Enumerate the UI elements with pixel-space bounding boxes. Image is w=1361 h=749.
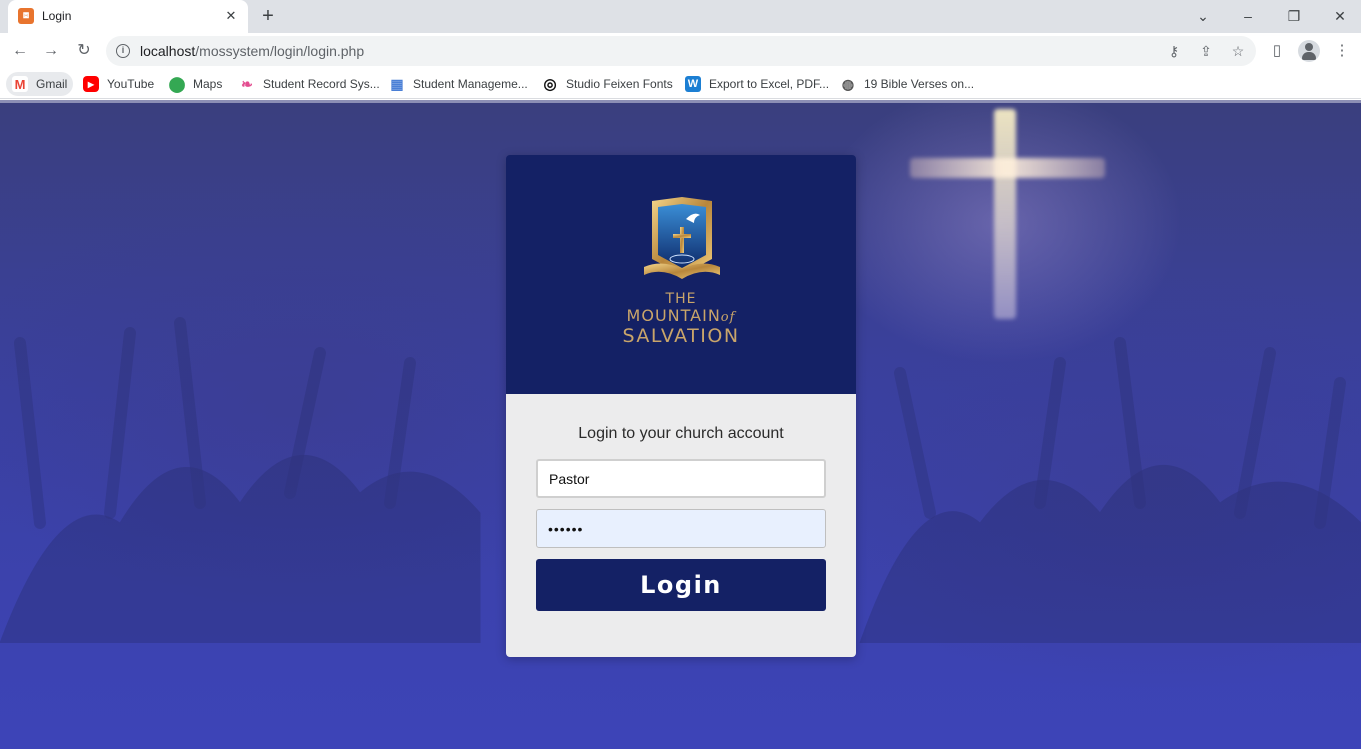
- brand-line-2-suffix: of: [720, 310, 736, 325]
- bookmark-label: Studio Feixen Fonts: [566, 77, 673, 91]
- bookmark-student-record[interactable]: ❧ Student Record Sys...: [233, 72, 386, 96]
- background-cross-bar: [910, 158, 1105, 178]
- bookmark-label: Maps: [193, 77, 223, 91]
- restore-button[interactable]: ❐: [1281, 3, 1307, 29]
- share-icon[interactable]: ⇪: [1197, 42, 1215, 60]
- maps-icon: ⬤: [168, 76, 186, 93]
- bookmark-export-excel[interactable]: W Export to Excel, PDF...: [679, 72, 835, 96]
- brand-line-3: SALVATION: [622, 325, 740, 347]
- menu-kebab-icon[interactable]: ⋮: [1331, 40, 1353, 62]
- bookmark-star-icon[interactable]: ☆: [1229, 42, 1247, 60]
- bookmark-studio-feixen[interactable]: ◎ Studio Feixen Fonts: [536, 72, 679, 96]
- bookmark-gmail[interactable]: M Gmail: [6, 72, 74, 96]
- w-icon: W: [685, 76, 701, 92]
- globe-icon: ◍: [841, 75, 855, 92]
- close-window-button[interactable]: ✕: [1327, 3, 1353, 29]
- url-path: /mossystem/login/login.php: [195, 43, 365, 59]
- login-button[interactable]: Login: [536, 559, 826, 611]
- bookmark-label: Export to Excel, PDF...: [709, 77, 830, 91]
- gmail-icon: M: [12, 76, 28, 92]
- church-crest-logo: [644, 197, 720, 279]
- url-host: localhost: [140, 43, 196, 59]
- xampp-favicon-icon: ⧈: [18, 8, 34, 24]
- login-page: THE MOUNTAINof SALVATION Login to your c…: [0, 100, 1361, 749]
- bookmarks-bar: M Gmail ▶ YouTube ⬤ Maps ❧ Student Recor…: [0, 69, 1361, 99]
- address-bar[interactable]: i localhost/mossystem/login/login.php ⚷ …: [106, 36, 1256, 66]
- school-icon: ▦: [390, 75, 404, 92]
- profile-avatar-icon[interactable]: [1298, 40, 1320, 62]
- bookmark-maps[interactable]: ⬤ Maps: [163, 72, 228, 96]
- tab-close-icon[interactable]: ✕: [223, 8, 239, 24]
- bookmark-label: Student Record Sys...: [263, 77, 380, 91]
- login-heading: Login to your church account: [578, 425, 784, 442]
- bookmark-label: Student Manageme...: [413, 77, 528, 91]
- login-card: THE MOUNTAINof SALVATION Login to your c…: [506, 155, 856, 657]
- site-info-icon[interactable]: i: [116, 44, 130, 58]
- tab-strip: ⧈ Login ✕ + ⌄ – ❐ ✕: [0, 0, 1361, 33]
- tab-login[interactable]: ⧈ Login ✕: [8, 0, 248, 33]
- url-text[interactable]: localhost/mossystem/login/login.php: [140, 43, 364, 59]
- target-icon: ◎: [543, 76, 557, 93]
- brand-line-2: MOUNTAINof: [506, 307, 856, 326]
- reload-button[interactable]: ↻: [70, 37, 98, 65]
- church-name: THE MOUNTAINof SALVATION: [506, 291, 856, 346]
- new-tab-button[interactable]: +: [257, 5, 279, 27]
- youtube-icon: ▶: [83, 76, 99, 92]
- bookmark-student-management[interactable]: ▦ Student Manageme...: [383, 72, 534, 96]
- brand-line-2-word: MOUNTAIN: [626, 306, 721, 325]
- login-form: Login to your church account Login: [506, 394, 856, 657]
- bookmark-label: Gmail: [36, 77, 68, 91]
- tab-title: Login: [42, 9, 72, 23]
- bookmark-label: YouTube: [107, 77, 155, 91]
- side-panel-icon[interactable]: ▯: [1266, 40, 1288, 62]
- bookmark-bible-verses[interactable]: ◍ 19 Bible Verses on...: [834, 72, 980, 96]
- book-icon: ❧: [241, 75, 253, 92]
- forward-button[interactable]: →: [37, 37, 65, 65]
- password-input[interactable]: [536, 509, 826, 548]
- bookmark-label: 19 Bible Verses on...: [864, 77, 975, 91]
- back-button[interactable]: ←: [6, 37, 34, 65]
- bookmark-youtube[interactable]: ▶ YouTube: [77, 72, 160, 96]
- browser-toolbar: ← → ↻ i localhost/mossystem/login/login.…: [0, 33, 1361, 69]
- minimize-button[interactable]: –: [1235, 3, 1261, 29]
- card-header: THE MOUNTAINof SALVATION: [506, 155, 856, 394]
- brand-line-1: THE: [665, 291, 697, 307]
- key-icon[interactable]: ⚷: [1165, 42, 1183, 60]
- username-input[interactable]: [536, 459, 826, 498]
- tab-search-icon[interactable]: ⌄: [1190, 3, 1216, 29]
